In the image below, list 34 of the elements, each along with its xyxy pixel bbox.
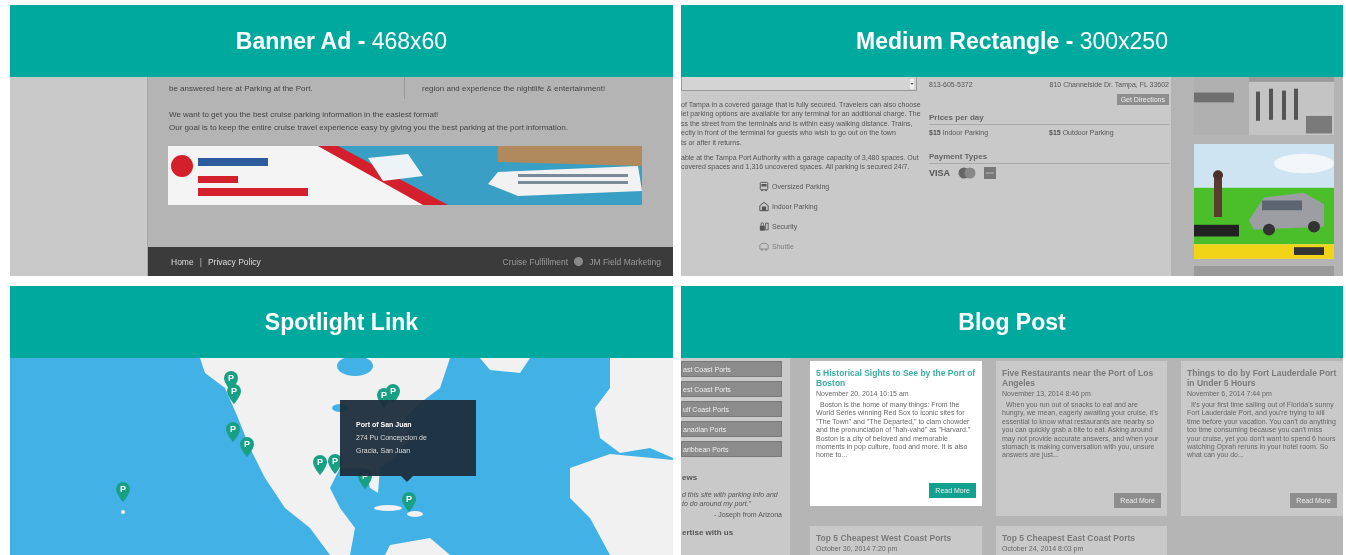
panel-title: Spotlight Link [264,308,419,336]
footer-link[interactable]: Home [171,256,194,267]
body-text: be answered here at Parking at the Port. [169,84,313,93]
panel-title: Medium Rectangle - 300x250 [856,27,1168,55]
post-title[interactable]: Top 5 Cheapest West Coast Ports [816,533,976,543]
card-icon [984,166,996,179]
post-title[interactable]: 5 Historical Sights to See by the Port of Boston [816,368,976,388]
post-title[interactable]: Five Restaurants near the Port of Los Angeles [1002,368,1161,388]
post-title[interactable]: Things to do by Fort Lauderdale Port in Under 5 Hours [1187,368,1337,388]
sidebar-heading: ertise with us [682,528,734,537]
caret-icon [909,77,915,90]
panel-title: Banner Ad - 468x60 [235,27,448,55]
map-marker[interactable]: P [227,384,241,404]
credit-text: Cruise Fulfillment [502,256,569,267]
map-marker[interactable]: P [313,455,327,475]
map-marker[interactable]: P [116,482,130,502]
sidebar-heading: ews [682,473,698,482]
post-title[interactable]: Top 5 Cheapest East Coast Ports [1002,533,1161,543]
map-marker[interactable]: P [402,492,416,512]
panel-title: Blog Post [958,308,1066,336]
separator: | [199,256,202,267]
credit-text: JM Field Marketing [589,256,661,267]
body-text: Our goal is to keep the entire cruise travel experience easy by giving you the best parking at the port information. [169,122,569,134]
body-text: We want to get you the best cruise parking information in the easiest format! [169,109,440,121]
section-heading: Payment Types [929,151,1169,164]
logo-icon [574,257,584,266]
card-brand: VISA [929,167,950,178]
map-marker[interactable]: P [240,437,254,457]
card-icon [958,166,976,179]
footer-link[interactable]: Privacy Policy [207,256,261,267]
map-marker[interactable]: P [226,422,240,442]
body-text: region and experience the nightlife & entertainment! [422,84,606,93]
dropdown-field[interactable] [681,77,917,91]
section-heading: Prices per day [929,113,1169,126]
